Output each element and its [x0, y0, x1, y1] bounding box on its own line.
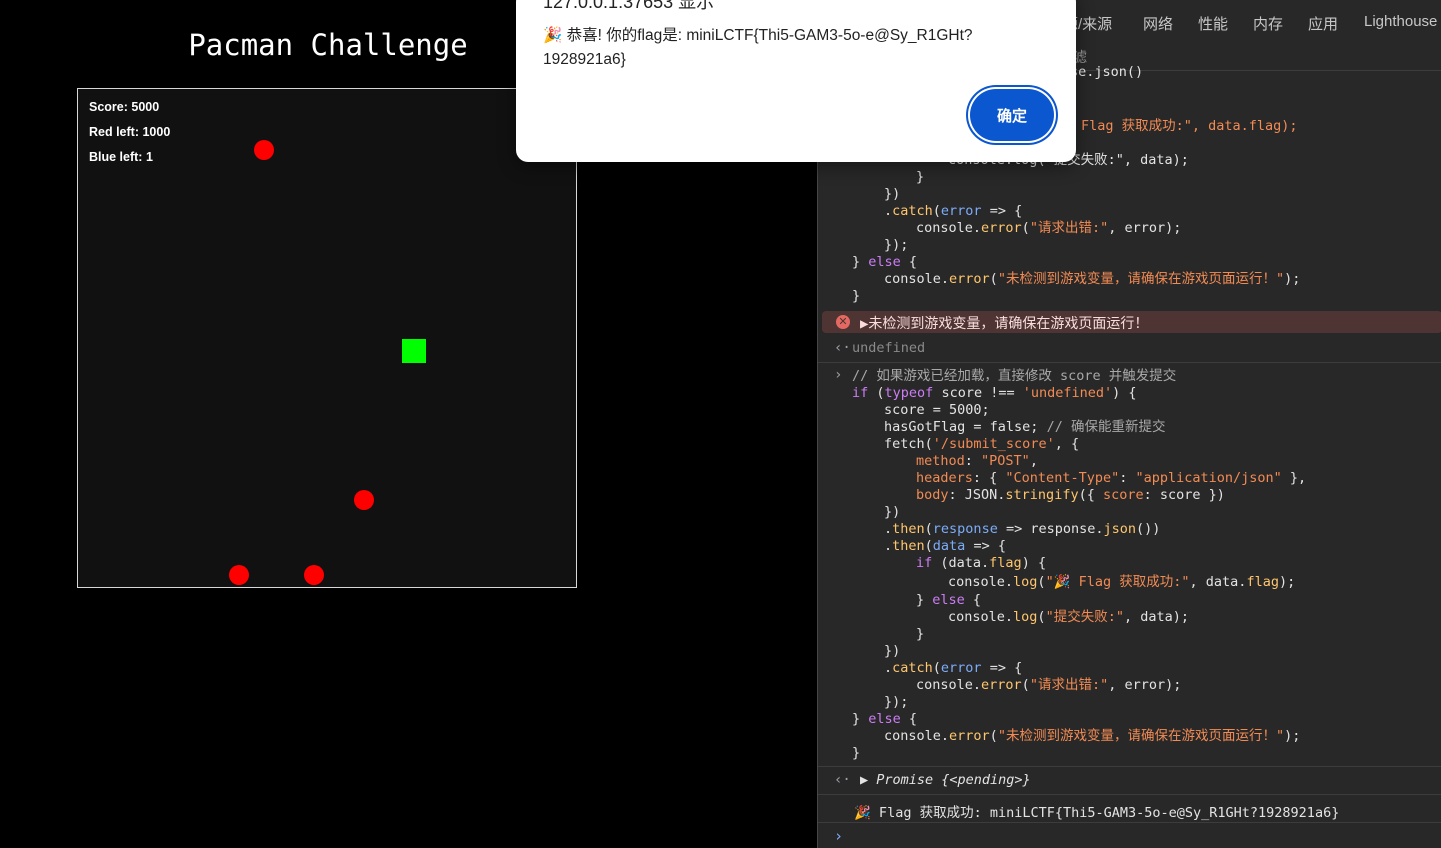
- tab-performance[interactable]: 性能: [1198, 13, 1228, 34]
- code-line: console.error("请求出错:", error);: [916, 677, 1182, 693]
- result-arrow-icon: ‹·: [834, 340, 851, 356]
- code-line: .then(data => {: [884, 538, 1006, 554]
- code-line: method: "POST",: [916, 453, 1038, 469]
- code-line: } else {: [916, 592, 982, 608]
- alert-origin: 127.0.0.1:37653 显示: [543, 0, 715, 12]
- ok-button[interactable]: 确定: [970, 89, 1054, 141]
- tab-lighthouse[interactable]: Lighthouse: [1364, 13, 1437, 30]
- console-log-output: 🎉 Flag 获取成功: miniLCTF{Thi5-GAM3-5o-e@Sy_…: [854, 805, 1340, 821]
- tab-network[interactable]: 网络: [1143, 13, 1173, 34]
- code-line: }): [884, 186, 901, 202]
- code-line: fetch('/submit_score', {: [884, 436, 1080, 452]
- alert-dialog: 127.0.0.1:37653 显示 🎉 恭喜! 你的flag是: miniLC…: [516, 0, 1076, 162]
- code-line: score = 5000;: [884, 402, 990, 418]
- code-line: });: [884, 694, 909, 710]
- console-prompt-icon[interactable]: ›: [834, 827, 843, 845]
- code-line: if (typeof score !== 'undefined') {: [852, 385, 1137, 401]
- code-line: body: JSON.stringify({ score: score }): [916, 487, 1225, 503]
- code-line: console.error("请求出错:", error);: [916, 220, 1182, 236]
- code-line: }): [884, 504, 901, 520]
- red-dot: [354, 490, 374, 510]
- code-line: console.error("未检测到游戏变量，请确保在游戏页面运行！");: [884, 271, 1301, 287]
- red-dot: [304, 565, 324, 585]
- console-error-row[interactable]: ✕ ▶未检测到游戏变量，请确保在游戏页面运行！: [822, 311, 1441, 333]
- code-line: .then(response => response.json()): [884, 521, 1161, 537]
- score-text: Score: 5000: [89, 100, 160, 114]
- red-dot: [229, 565, 249, 585]
- code-line: se.json(): [1070, 64, 1144, 80]
- code-line: headers: { "Content-Type": "application/…: [916, 470, 1307, 486]
- red-dot: [254, 140, 274, 160]
- code-line: console.log("🎉 Flag 获取成功:", data.flag);: [948, 574, 1296, 590]
- code-line: .catch(error => {: [884, 203, 1023, 219]
- code-line: console.error("未检测到游戏变量，请确保在游戏页面运行！");: [884, 728, 1301, 744]
- code-line: hasGotFlag = false; // 确保能重新提交: [884, 419, 1166, 435]
- code-line: // 如果游戏已经加载，直接修改 score 并触发提交: [852, 368, 1177, 384]
- code-line: }: [916, 626, 925, 642]
- tab-memory[interactable]: 内存: [1253, 13, 1283, 34]
- game-canvas[interactable]: Score: 5000 Red left: 1000 Blue left: 1: [77, 88, 577, 588]
- code-line: }): [884, 643, 901, 659]
- code-line: }: [852, 745, 861, 761]
- error-message: ▶未检测到游戏变量，请确保在游戏页面运行！: [860, 316, 1149, 332]
- code-line: } else {: [852, 254, 918, 270]
- result-arrow-icon: ‹·: [834, 772, 851, 788]
- promise-result[interactable]: ▶ Promise {<pending>}: [860, 772, 1031, 788]
- code-line: } else {: [852, 711, 918, 727]
- result-undefined: undefined: [852, 340, 926, 356]
- input-chevron-icon: ›: [834, 367, 843, 383]
- code-line: .catch(error => {: [884, 660, 1023, 676]
- code-line: }: [852, 288, 861, 304]
- tab-application[interactable]: 应用: [1308, 13, 1338, 34]
- error-icon: ✕: [836, 315, 850, 329]
- code-line: if (data.flag) {: [916, 555, 1047, 571]
- blue-left-text: Blue left: 1: [89, 150, 153, 164]
- divider: [818, 766, 1441, 767]
- code-line: console.log("提交失败:", data);: [948, 609, 1189, 625]
- code-line: });: [884, 237, 909, 253]
- code-line: Flag 获取成功:", data.flag);: [1081, 118, 1298, 134]
- alert-message: 🎉 恭喜! 你的flag是: miniLCTF{Thi5-GAM3-5o-e@S…: [543, 27, 973, 68]
- divider: [818, 822, 1441, 823]
- divider: [818, 362, 1441, 363]
- code-line: }: [916, 169, 925, 185]
- player-square: [402, 339, 426, 363]
- red-left-text: Red left: 1000: [89, 125, 171, 139]
- divider: [818, 794, 1441, 795]
